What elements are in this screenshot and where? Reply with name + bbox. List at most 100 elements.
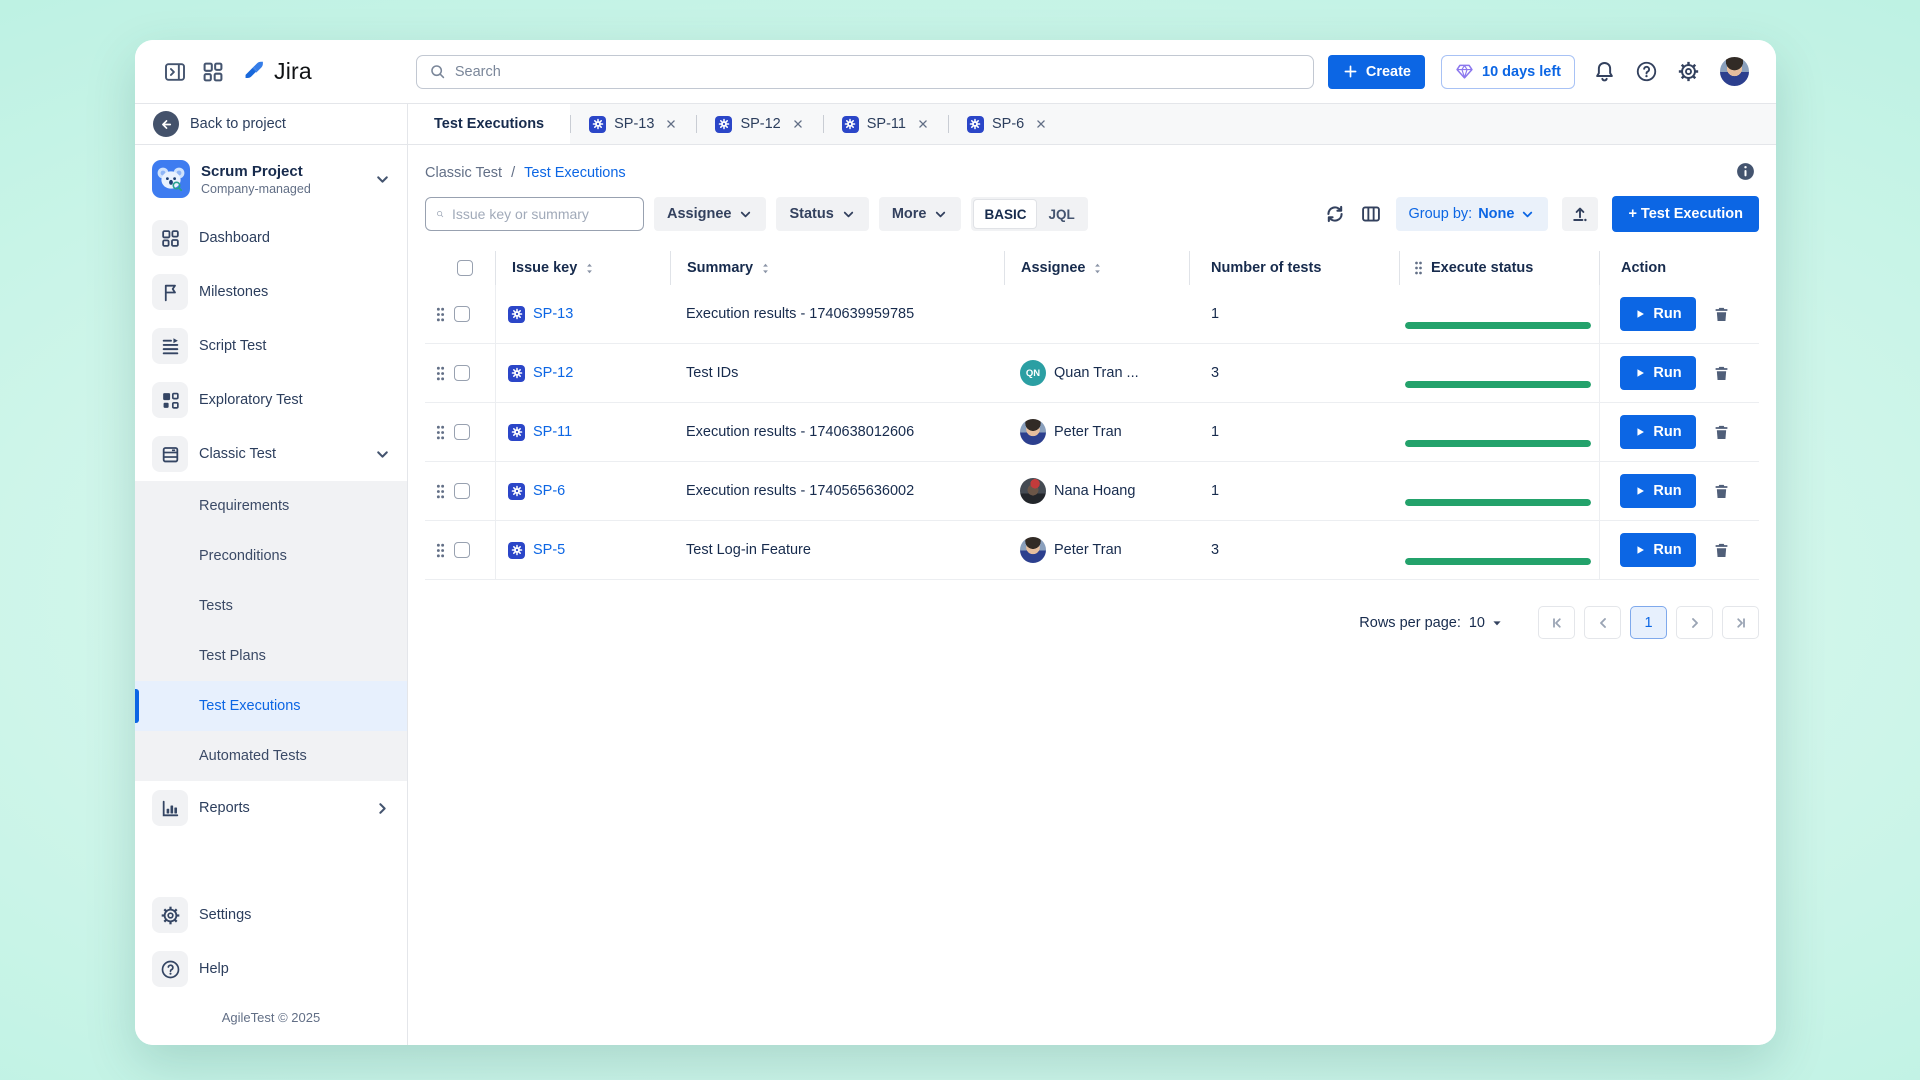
row-checkbox[interactable] (454, 365, 470, 381)
tab-sp-11[interactable]: SP-11 (824, 104, 948, 144)
run-button[interactable]: Run (1620, 533, 1696, 567)
sidebar-item-help[interactable]: Help (135, 942, 407, 996)
sort-icon[interactable] (760, 261, 771, 276)
issue-key-link[interactable]: SP-12 (533, 365, 573, 381)
issue-key-link[interactable]: SP-11 (533, 424, 572, 440)
group-by-dropdown[interactable]: Group by: None (1396, 197, 1549, 231)
notifications-bell-icon[interactable] (1593, 60, 1616, 83)
sidebar-item-reports[interactable]: Reports (135, 781, 407, 835)
next-page-button[interactable] (1676, 606, 1713, 639)
export-icon[interactable] (1562, 197, 1598, 231)
delete-icon[interactable] (1712, 541, 1731, 560)
page-number-button[interactable]: 1 (1630, 606, 1667, 639)
global-search-input[interactable] (455, 64, 1301, 80)
info-icon[interactable] (1735, 161, 1756, 182)
sidebar-item-requirements[interactable]: Requirements (135, 481, 407, 531)
delete-icon[interactable] (1712, 423, 1731, 442)
sidebar-item-tests[interactable]: Tests (135, 581, 407, 631)
close-icon[interactable] (791, 117, 805, 131)
drag-handle-icon[interactable] (435, 424, 446, 441)
run-button[interactable]: Run (1620, 297, 1696, 331)
issue-filter-search-input[interactable] (452, 206, 633, 222)
help-icon[interactable] (1635, 60, 1658, 83)
sidebar-item-test-plans[interactable]: Test Plans (135, 631, 407, 681)
sort-icon[interactable] (584, 261, 595, 276)
drag-handle-icon[interactable] (435, 542, 446, 559)
app-switcher-icon[interactable] (199, 58, 227, 86)
tab-test-executions[interactable]: Test Executions (408, 104, 570, 144)
assignee-filter-dropdown[interactable]: Assignee (654, 197, 766, 231)
close-icon[interactable] (916, 117, 930, 131)
delete-icon[interactable] (1712, 482, 1731, 501)
breadcrumb-current[interactable]: Test Executions (524, 165, 626, 181)
run-button[interactable]: Run (1620, 356, 1696, 390)
drag-handle-icon[interactable] (1413, 260, 1424, 276)
sidebar-item-classic-test[interactable]: Classic Test (135, 427, 407, 481)
delete-icon[interactable] (1712, 364, 1731, 383)
close-icon[interactable] (664, 117, 678, 131)
new-test-execution-button[interactable]: + Test Execution (1612, 196, 1759, 232)
issue-key-link[interactable]: SP-6 (533, 483, 565, 499)
issue-key-link[interactable]: SP-13 (533, 306, 573, 322)
settings-gear-icon[interactable] (1677, 60, 1700, 83)
chevron-right-icon[interactable] (374, 800, 391, 817)
project-selector[interactable]: Scrum Project Company-managed (135, 145, 407, 211)
previous-page-button[interactable] (1584, 606, 1621, 639)
last-page-button[interactable] (1722, 606, 1759, 639)
sidebar-item-preconditions[interactable]: Preconditions (135, 531, 407, 581)
run-button[interactable]: Run (1620, 415, 1696, 449)
status-filter-dropdown[interactable]: Status (776, 197, 868, 231)
run-button[interactable]: Run (1620, 474, 1696, 508)
issue-filter-search[interactable] (425, 197, 644, 231)
refresh-icon[interactable] (1324, 203, 1346, 225)
rows-per-page-label: Rows per page: (1359, 615, 1461, 631)
close-icon[interactable] (1034, 117, 1048, 131)
summary-cell: Execution results - 1740639959785 (670, 306, 1004, 322)
column-header-summary[interactable]: Summary (670, 251, 1004, 285)
sidebar-item-test-executions[interactable]: Test Executions (135, 681, 407, 731)
tab-sp-12[interactable]: SP-12 (697, 104, 822, 144)
sidebar-item-settings[interactable]: Settings (135, 888, 407, 942)
breadcrumb-parent[interactable]: Classic Test (425, 165, 502, 181)
column-header-execute-status[interactable]: Execute status (1399, 251, 1599, 285)
sidebar-item-automated-tests[interactable]: Automated Tests (135, 731, 407, 781)
row-checkbox[interactable] (454, 424, 470, 440)
sidebar-toggle-icon[interactable] (161, 58, 189, 86)
more-filter-dropdown[interactable]: More (879, 197, 962, 231)
global-search[interactable] (416, 55, 1314, 89)
drag-handle-icon[interactable] (435, 483, 446, 500)
assignee-name: Peter Tran (1054, 424, 1122, 440)
rows-per-page-dropdown[interactable]: 10 (1469, 615, 1503, 631)
first-page-button[interactable] (1538, 606, 1575, 639)
column-header-issue-key[interactable]: Issue key (495, 251, 670, 285)
create-button[interactable]: Create (1328, 55, 1425, 89)
search-icon (436, 206, 444, 222)
column-header-assignee[interactable]: Assignee (1004, 251, 1189, 285)
jql-mode-button[interactable]: JQL (1038, 207, 1084, 222)
select-all-checkbox[interactable] (457, 260, 473, 276)
drag-handle-icon[interactable] (435, 365, 446, 382)
basic-mode-button[interactable]: BASIC (974, 200, 1036, 228)
column-header-number-of-tests[interactable]: Number of tests (1189, 251, 1399, 285)
row-checkbox[interactable] (454, 542, 470, 558)
drag-handle-icon[interactable] (435, 306, 446, 323)
chevron-down-icon[interactable] (374, 446, 391, 463)
sort-icon[interactable] (1092, 261, 1103, 276)
back-to-project-button[interactable]: Back to project (135, 104, 407, 145)
assignee-name: Quan Tran ... (1054, 365, 1139, 381)
columns-icon[interactable] (1360, 203, 1382, 225)
user-avatar[interactable] (1719, 56, 1750, 87)
sidebar-item-dashboard[interactable]: Dashboard (135, 211, 407, 265)
tab-sp-13[interactable]: SP-13 (571, 104, 696, 144)
trial-days-left-button[interactable]: 10 days left (1441, 55, 1575, 89)
sidebar-item-exploratory-test[interactable]: Exploratory Test (135, 373, 407, 427)
issue-key-link[interactable]: SP-5 (533, 542, 565, 558)
sidebar-item-script-test[interactable]: Script Test (135, 319, 407, 373)
chevron-down-icon[interactable] (374, 171, 391, 188)
jira-logo[interactable]: Jira (241, 58, 312, 85)
row-checkbox[interactable] (454, 306, 470, 322)
sidebar-item-milestones[interactable]: Milestones (135, 265, 407, 319)
row-checkbox[interactable] (454, 483, 470, 499)
tab-sp-6[interactable]: SP-6 (949, 104, 1066, 144)
delete-icon[interactable] (1712, 305, 1731, 324)
